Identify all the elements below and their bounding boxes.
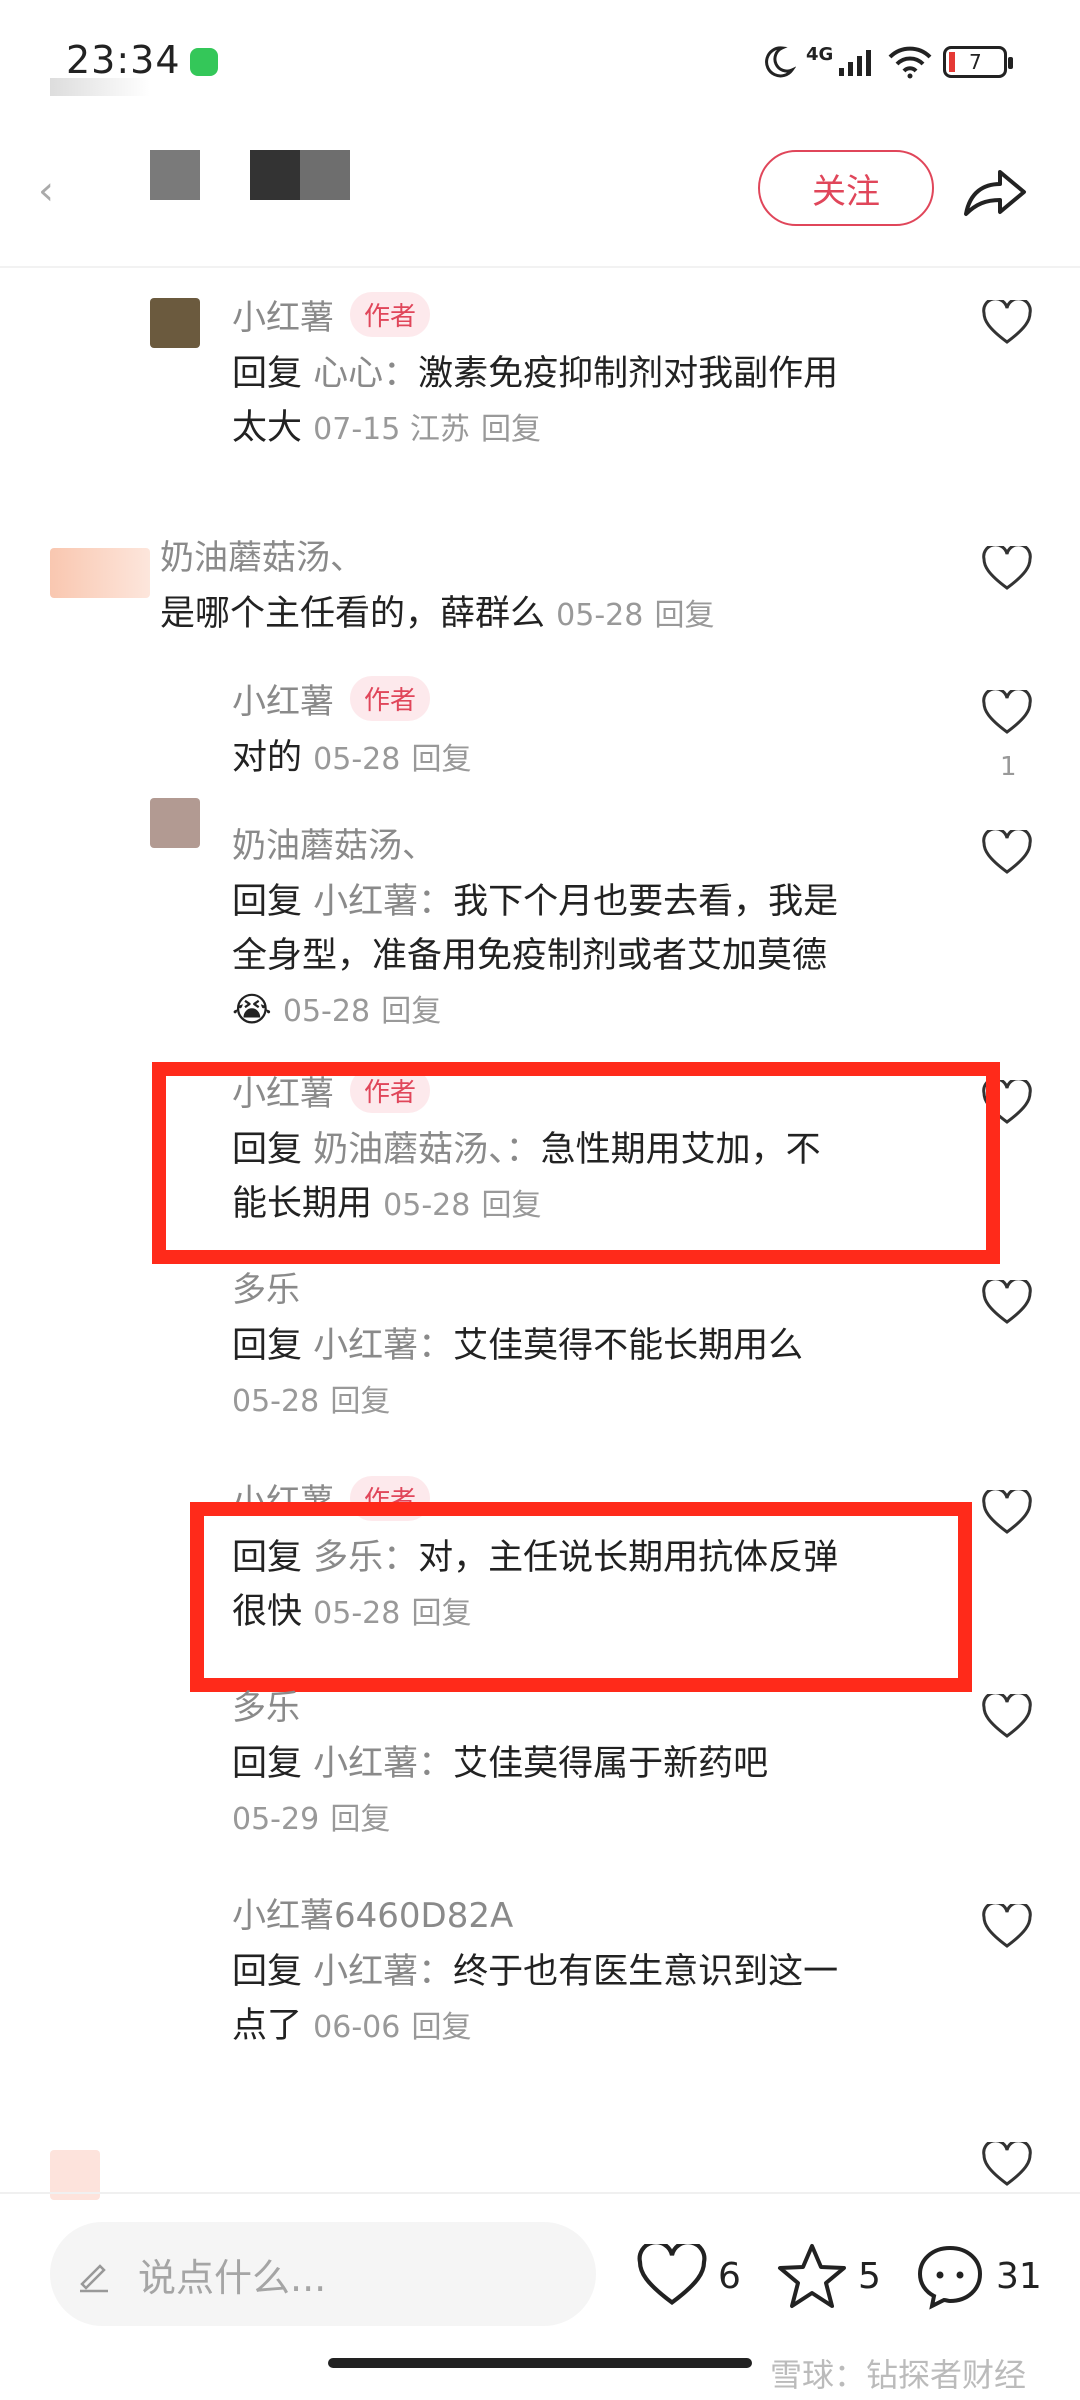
notification-icon <box>190 48 218 76</box>
author-badge: 作者 <box>350 292 431 337</box>
reply-target[interactable]: 小红薯： <box>313 1744 453 1784</box>
heart-icon[interactable] <box>982 1904 1032 1950</box>
highlight-box <box>190 1502 972 1692</box>
comment-item: 小红薯 作者 对的 05-28 回复 <box>232 674 972 787</box>
network-label: 4G <box>806 43 834 65</box>
comment-author[interactable]: 小红薯 <box>232 290 334 339</box>
comment-item: 奶油蘑菇汤、 回复 小红薯：我下个月也要去看，我是 全身型，准备用免疫制剂或者艾… <box>232 818 972 1039</box>
battery-level: 7 <box>968 50 982 74</box>
like-count: 6 <box>718 2255 741 2297</box>
avatar[interactable] <box>50 548 150 598</box>
heart-icon[interactable] <box>982 1490 1032 1536</box>
comment-item: 多乐 回复 小红薯：艾佳莫得属于新药吧 05-29 回复 <box>232 1680 972 1847</box>
comment-meta: 05-28 <box>313 742 401 777</box>
comment-text: 终于也有医生意识到这一 <box>453 1952 839 1992</box>
comment-text: 对的 <box>232 738 303 778</box>
heart-icon[interactable] <box>982 300 1032 346</box>
heart-icon[interactable] <box>982 690 1032 736</box>
heart-icon[interactable] <box>982 2142 1032 2188</box>
comment-action[interactable]: 31 <box>914 2240 1042 2312</box>
collect-count: 5 <box>858 2255 881 2297</box>
reply-prefix: 回复 <box>232 882 303 922</box>
heart-icon[interactable] <box>982 546 1032 592</box>
heart-icon[interactable] <box>982 1280 1032 1326</box>
comment-meta: 06-06 <box>313 2010 401 2045</box>
back-icon[interactable]: ‹ <box>38 168 54 214</box>
comment-author[interactable]: 小红薯 <box>232 674 334 723</box>
like-action[interactable]: 6 <box>636 2244 741 2308</box>
home-indicator[interactable] <box>328 2358 752 2368</box>
comment-item: 小红薯 作者 回复 心心：激素免疫抑制剂对我副作用 太大 07-15 江苏 回复 <box>232 290 972 457</box>
comment-text-cont: 点了 <box>232 2006 303 2046</box>
pen-icon <box>80 2264 108 2293</box>
reply-button[interactable]: 回复 <box>330 1384 390 1419</box>
comment-text-cont: 太大 <box>232 408 303 448</box>
comment-author[interactable]: 奶油蘑菇汤、 <box>160 538 364 578</box>
heart-icon[interactable] <box>982 1694 1032 1740</box>
star-icon <box>778 2244 846 2308</box>
author-name-blurred-2[interactable] <box>300 150 350 200</box>
author-badge: 作者 <box>350 676 431 721</box>
comment-text-cont: 全身型，准备用免疫制剂或者艾加莫德 <box>232 936 828 976</box>
moon-icon <box>765 46 796 78</box>
signal-icon <box>839 50 872 76</box>
highlight-box <box>152 1062 1000 1264</box>
avatar[interactable] <box>150 298 200 348</box>
comment-text: 艾佳莫得不能长期用么 <box>453 1326 804 1366</box>
comment-author[interactable]: 多乐 <box>232 1270 300 1310</box>
blurred-area <box>50 78 150 96</box>
battery-icon: 7 <box>943 46 1014 78</box>
bottom-divider <box>0 2192 1080 2194</box>
comment-text: 激素免疫抑制剂对我副作用 <box>418 354 839 394</box>
watermark: 雪球：钻探者财经 <box>770 2356 1027 2394</box>
reply-button[interactable]: 回复 <box>330 1802 390 1837</box>
crying-emoji-icon: 😭 <box>232 990 272 1030</box>
comment-text: 我下个月也要去看，我是 <box>453 882 839 922</box>
comment-text: 艾佳莫得属于新药吧 <box>453 1744 769 1784</box>
reply-target[interactable]: 小红薯： <box>313 882 453 922</box>
reply-prefix: 回复 <box>232 1326 303 1366</box>
comment-author[interactable]: 奶油蘑菇汤、 <box>232 826 436 866</box>
comment-author[interactable]: 小红薯6460D82A <box>232 1896 513 1936</box>
comment-item: 小红薯6460D82A 回复 小红薯：终于也有医生意识到这一 点了 06-06 … <box>232 1888 972 2055</box>
reply-button[interactable]: 回复 <box>654 598 714 633</box>
share-icon[interactable] <box>960 156 1030 226</box>
reply-prefix: 回复 <box>232 354 303 394</box>
author-avatar[interactable] <box>150 150 200 200</box>
reply-target[interactable]: 心心： <box>313 354 418 394</box>
reply-prefix: 回复 <box>232 1952 303 1992</box>
comment-item: 奶油蘑菇汤、 是哪个主任看的，薛群么 05-28 回复 <box>160 530 980 643</box>
reply-button[interactable]: 回复 <box>481 412 541 447</box>
comment-author[interactable]: 多乐 <box>232 1688 300 1728</box>
status-icons: 4G 7 <box>760 40 1014 84</box>
reply-target[interactable]: 小红薯： <box>313 1952 453 1992</box>
comment-item: 多乐 回复 小红薯：艾佳莫得不能长期用么 05-28 回复 <box>232 1262 972 1429</box>
reply-prefix: 回复 <box>232 1744 303 1784</box>
wifi-icon <box>888 46 932 79</box>
status-time: 23:34 <box>66 38 181 82</box>
comment-meta: 05-29 <box>232 1802 320 1837</box>
comment-bubble-icon <box>917 2245 983 2310</box>
comment-meta: 05-28 <box>232 1384 320 1419</box>
reply-button[interactable]: 回复 <box>381 994 441 1029</box>
header-divider <box>0 266 1080 268</box>
comment-meta: 05-28 <box>556 598 644 633</box>
follow-button[interactable]: 关注 <box>758 150 934 226</box>
comment-input[interactable]: 说点什么... <box>50 2222 596 2326</box>
author-name-blurred[interactable] <box>250 150 300 200</box>
comment-text: 是哪个主任看的，薛群么 <box>160 594 546 634</box>
comment-meta: 07-15 江苏 <box>313 412 470 447</box>
reply-button[interactable]: 回复 <box>411 742 471 777</box>
reply-button[interactable]: 回复 <box>411 2010 471 2045</box>
reply-target[interactable]: 小红薯： <box>313 1326 453 1366</box>
heart-icon[interactable] <box>982 830 1032 876</box>
heart-icon <box>637 2244 707 2306</box>
comment-input-placeholder: 说点什么... <box>138 2255 327 2300</box>
avatar[interactable] <box>150 798 200 848</box>
collect-action[interactable]: 5 <box>776 2240 881 2312</box>
comment-count: 31 <box>996 2255 1042 2297</box>
like-count: 1 <box>1000 752 1017 782</box>
comment-meta: 05-28 <box>282 994 371 1029</box>
